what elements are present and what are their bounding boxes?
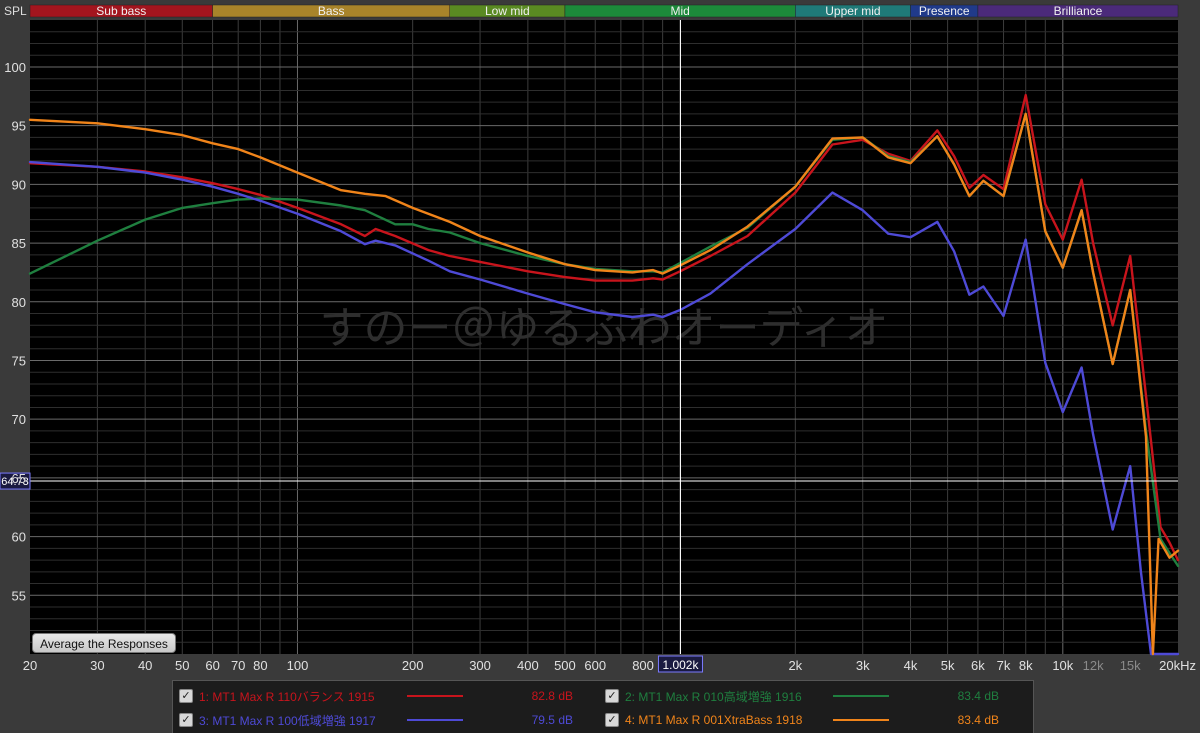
x-tick-label-4: 60 — [205, 658, 219, 673]
band-label-0: Sub bass — [96, 4, 146, 18]
x-tick-label-13: 800 — [632, 658, 654, 673]
x-tick-label-23: 15k — [1120, 658, 1141, 673]
x-tick-label-1: 30 — [90, 658, 104, 673]
y-axis-label: SPL — [4, 4, 27, 18]
y-tick-label-0: 55 — [12, 588, 26, 603]
band-label-3: Mid — [670, 4, 689, 18]
x-tick-label-18: 6k — [971, 658, 985, 673]
watermark: すのー＠ゆるふわオーディオ — [320, 303, 889, 354]
legend-value-2: 83.4 dB — [957, 689, 999, 703]
x-tick-label-12: 600 — [584, 658, 606, 673]
legend-value-4: 83.4 dB — [957, 713, 999, 727]
x-tick-label-11: 500 — [554, 658, 576, 673]
band-label-1: Bass — [318, 4, 345, 18]
y-tick-label-2: 65 — [12, 471, 26, 486]
band-label-5: Presence — [919, 4, 970, 18]
x-tick-label-10: 400 — [517, 658, 539, 673]
y-tick-label-6: 85 — [12, 236, 26, 251]
legend-swatch-1 — [407, 695, 463, 697]
legend-name-3: 3: MT1 Max R 100低域増強 1917 — [199, 713, 376, 728]
band-label-6: Brilliance — [1054, 4, 1103, 18]
legend-name-1: 1: MT1 Max R 110バランス 1915 — [199, 689, 375, 704]
x-tick-label-6: 80 — [253, 658, 267, 673]
legend-swatch-2 — [833, 695, 889, 697]
legend-value-1: 82.8 dB — [531, 689, 573, 703]
band-label-2: Low mid — [485, 4, 530, 18]
x-tick-label-22: 12k — [1083, 658, 1104, 673]
legend-item-2: ✓ 2: MT1 Max R 010高域増強 1916 83.4 dB — [605, 685, 999, 707]
legend-swatch-4 — [833, 719, 889, 721]
x-tick-label-7: 100 — [287, 658, 309, 673]
x-tick-label-5: 70 — [231, 658, 245, 673]
legend-checkbox-4[interactable]: ✓ — [605, 713, 619, 727]
y-tick-label-3: 70 — [12, 412, 26, 427]
legend-name-4: 4: MT1 Max R 001XtraBass 1918 — [625, 713, 803, 727]
y-tick-label-1: 60 — [12, 530, 26, 545]
y-tick-label-9: 100 — [4, 60, 26, 75]
x-tick-label-9: 300 — [469, 658, 491, 673]
legend-name-2: 2: MT1 Max R 010高域増強 1916 — [625, 689, 802, 704]
legend-item-3: ✓ 3: MT1 Max R 100低域増強 1917 79.5 dB — [179, 709, 573, 731]
legend-checkbox-2[interactable]: ✓ — [605, 689, 619, 703]
x-tick-label-21: 10k — [1052, 658, 1073, 673]
x-tick-label-2: 40 — [138, 658, 152, 673]
legend-checkbox-3[interactable]: ✓ — [179, 713, 193, 727]
legend: ✓ 1: MT1 Max R 110バランス 1915 82.8 dB ✓ 2: MT1… — [172, 680, 1034, 733]
x-tick-label-3: 50 — [175, 658, 189, 673]
x-tick-label-15: 3k — [856, 658, 870, 673]
x-tick-label-0: 20 — [23, 658, 37, 673]
x-tick-label-17: 5k — [941, 658, 955, 673]
x-tick-label-20: 8k — [1019, 658, 1033, 673]
x-tick-label-24: 20kHz — [1159, 658, 1196, 673]
frequency-bands: Sub bass Bass Low mid Mid Upper mid Presence B… — [29, 4, 1179, 18]
legend-swatch-3 — [407, 719, 463, 721]
average-responses-button[interactable]: Average the Responses — [32, 633, 176, 653]
band-label-4: Upper mid — [825, 4, 880, 18]
y-tick-label-8: 95 — [12, 119, 26, 134]
y-tick-label-4: 75 — [12, 353, 26, 368]
y-tick-label-7: 90 — [12, 177, 26, 192]
x-tick-label-19: 7k — [997, 658, 1011, 673]
cursor-x-label: 1.002k — [662, 658, 699, 672]
legend-item-4: ✓ 4: MT1 Max R 001XtraBass 1918 83.4 dB — [605, 709, 999, 731]
legend-value-3: 79.5 dB — [531, 713, 573, 727]
x-tick-label-14: 2k — [788, 658, 802, 673]
x-tick-label-16: 4k — [904, 658, 918, 673]
legend-item-1: ✓ 1: MT1 Max R 110バランス 1915 82.8 dB — [179, 685, 573, 707]
frequency-response-chart[interactable]: Sub bass Bass Low mid Mid Upper mid Presence B… — [0, 0, 1200, 733]
legend-checkbox-1[interactable]: ✓ — [179, 689, 193, 703]
x-tick-label-8: 200 — [402, 658, 424, 673]
y-tick-label-5: 80 — [12, 295, 26, 310]
